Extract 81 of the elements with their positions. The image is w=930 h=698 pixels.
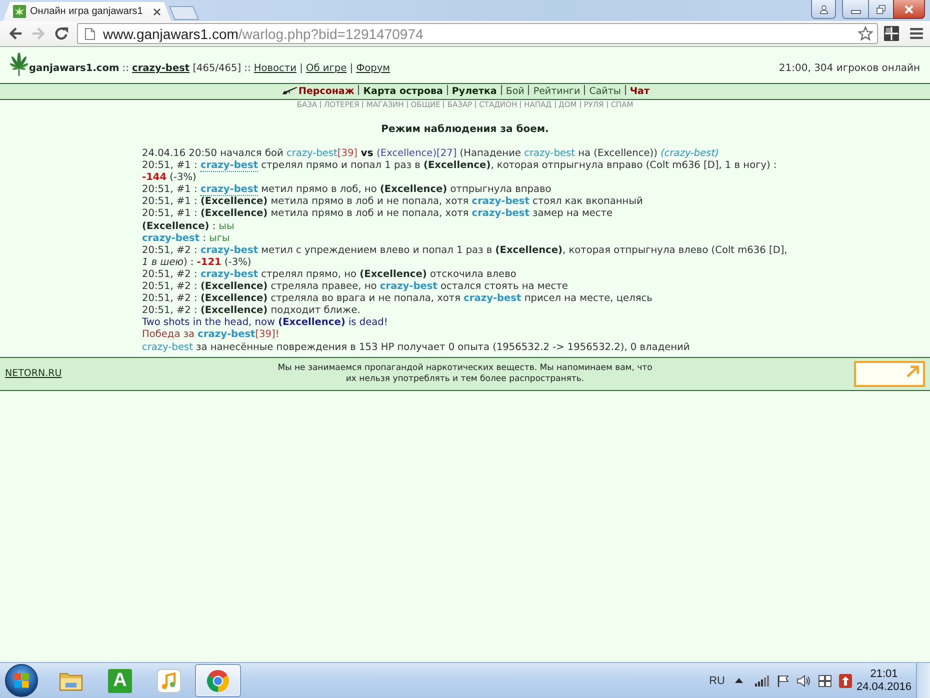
person-icon bbox=[818, 4, 828, 14]
header-line: ganjawars1.com :: crazy-best [465/465] :: Новости | Об игре | Форум bbox=[29, 62, 390, 74]
close-icon[interactable] bbox=[153, 8, 161, 16]
taskbar-button[interactable]: A bbox=[97, 664, 143, 697]
gun-icon bbox=[280, 86, 298, 95]
log-line: (Excellence) : ыы bbox=[142, 220, 236, 233]
footer-link[interactable]: NETORN.RU bbox=[5, 368, 62, 380]
minimize-button[interactable] bbox=[842, 0, 868, 19]
profile-button[interactable] bbox=[811, 0, 836, 19]
language-indicator[interactable]: RU bbox=[709, 674, 725, 686]
leaf-icon bbox=[13, 5, 26, 18]
speaker-icon[interactable] bbox=[797, 674, 811, 686]
flag-icon[interactable] bbox=[776, 674, 790, 686]
taskbar-button[interactable] bbox=[195, 664, 241, 697]
header-link[interactable]: Об игре bbox=[306, 62, 347, 74]
back-icon[interactable] bbox=[8, 26, 23, 41]
window-grid-icon[interactable] bbox=[818, 674, 832, 686]
log-line: crazy-best : ыгы bbox=[142, 232, 231, 245]
minimize-icon bbox=[850, 10, 860, 14]
nav-link[interactable]: Бой bbox=[506, 86, 524, 97]
menu-icon[interactable] bbox=[910, 28, 923, 39]
player-link[interactable]: crazy-best bbox=[472, 208, 530, 220]
restore-icon bbox=[876, 4, 886, 14]
nav-link[interactable]: Чат bbox=[630, 86, 650, 97]
star-icon[interactable] bbox=[858, 26, 873, 41]
header-link[interactable]: Форум bbox=[356, 62, 390, 74]
player-link[interactable]: crazy-best bbox=[524, 148, 576, 159]
clock-time: 21:01 bbox=[870, 668, 898, 680]
nav-link[interactable]: Сайты bbox=[589, 86, 621, 97]
nav-link[interactable]: Карта острова bbox=[363, 86, 443, 97]
player-link[interactable]: crazy-best bbox=[472, 196, 530, 208]
signal-icon[interactable] bbox=[755, 674, 769, 686]
online-status: 21:00, 304 игроков онлайн bbox=[778, 62, 920, 74]
log-line: 20:51, #1 : crazy-best стрелял прямо и попал 1 раз в (Excellence), которая отпрыгнула вправо (Colt m636 [D], 1 в ногу) : -144 (-3%) bbox=[142, 160, 778, 184]
log-line: 20:51, #2 : (Excellence) подходит ближе. bbox=[142, 305, 362, 318]
log-line: 20:51, #2 : crazy-best стрелял прямо, но (Excellence) отскочила влево bbox=[142, 268, 518, 282]
close-icon bbox=[904, 4, 914, 14]
player-link[interactable]: crazy-best bbox=[286, 148, 338, 159]
address-field[interactable]: www.ganjawars1.com/warlog.php?bid=1291470974 bbox=[77, 23, 878, 44]
log-line: 20:51, #2 : (Excellence) стреляла во врага и не попала, хотя crazy-best присел на месте, целясь bbox=[142, 293, 654, 306]
music-note-icon bbox=[157, 668, 181, 692]
player-link[interactable]: crazy-best bbox=[198, 329, 256, 340]
player-link[interactable]: crazy-best bbox=[142, 342, 193, 352]
up-arrow-icon[interactable] bbox=[839, 674, 852, 688]
browser-icon bbox=[206, 668, 230, 692]
disclaimer-text: Мы не занимаемся пропагандой наркотических веществ. Мы напоминаем вам, что их нельзя употреблять и тем более распространять. bbox=[278, 362, 652, 385]
player-link[interactable]: crazy-best bbox=[200, 184, 258, 196]
log-title: Режим наблюдения за боем. bbox=[380, 124, 550, 136]
arrow-icon bbox=[906, 364, 920, 378]
log-line: 20:51, #1 : (Excellence) метила прямо в лоб и не попала, хотя crazy-best стоял как вкопанный bbox=[142, 196, 644, 208]
player-link[interactable]: crazy-best bbox=[380, 281, 438, 292]
clock-date: 24.04.2016 bbox=[856, 680, 912, 694]
player-link[interactable]: crazy-best bbox=[200, 268, 258, 280]
page-icon bbox=[85, 28, 95, 40]
player-link[interactable]: crazy-best bbox=[200, 244, 258, 256]
player-link[interactable]: crazy-best bbox=[142, 232, 200, 244]
log-line: 20:51, #2 : (Excellence) стреляла правее, но crazy-best остался стоять на месте bbox=[142, 281, 569, 294]
browser-tab[interactable]: Онлайн игра ganjawars1 bbox=[3, 2, 171, 21]
leaf-icon bbox=[10, 52, 28, 78]
log-line: 20:51, #1 : crazy-best метил прямо в лоб, но (Excellence) отпрыгнула вправо bbox=[142, 184, 552, 196]
caret-up-icon[interactable] bbox=[735, 678, 743, 683]
maximize-button[interactable] bbox=[868, 0, 893, 19]
log-line: Победа за crazy-best[39]! bbox=[142, 329, 280, 342]
log-line: crazy-best за нанесённые повреждения в 153 HP получает 0 опыта (1956532.2 -> 1956532.2), 0 владений bbox=[142, 342, 691, 354]
nav-link[interactable]: Рулетка bbox=[452, 86, 497, 97]
header-link[interactable]: Новости bbox=[254, 62, 296, 74]
nav-link[interactable]: Персонаж bbox=[298, 86, 354, 97]
close-window-button[interactable] bbox=[893, 0, 925, 19]
log-line: 24.04.16 20:50 начался бой crazy-best[39] vs (Excellence)[27] (Нападение crazy-best на (Excellence)) (crazy-best) bbox=[142, 148, 720, 160]
app-logo: A bbox=[108, 668, 132, 692]
log-line: 20:51, #2 : crazy-best метил с упреждением влево и попал 1 раз в (Excellence), которая отпрыгнула влево (Colt m636 [D], 1 в шею) : -121 (-3%) bbox=[142, 244, 788, 269]
user-link[interactable]: crazy-best bbox=[132, 62, 190, 74]
log-line: Two shots in the head, now (Excellence) is dead! bbox=[142, 317, 389, 330]
reload-icon[interactable] bbox=[54, 26, 69, 41]
nav-link[interactable]: Рейтинги bbox=[533, 86, 580, 97]
log-line: 20:51, #1 : (Excellence) метила прямо в лоб и не попала, хотя crazy-best замер на месте bbox=[142, 208, 614, 221]
start-orb-icon[interactable] bbox=[5, 664, 38, 697]
grid-icon[interactable] bbox=[884, 26, 899, 41]
player-link[interactable]: (crazy-best) bbox=[660, 148, 719, 159]
player-link[interactable]: crazy-best bbox=[200, 160, 258, 172]
player-link[interactable]: crazy-best bbox=[464, 293, 522, 304]
